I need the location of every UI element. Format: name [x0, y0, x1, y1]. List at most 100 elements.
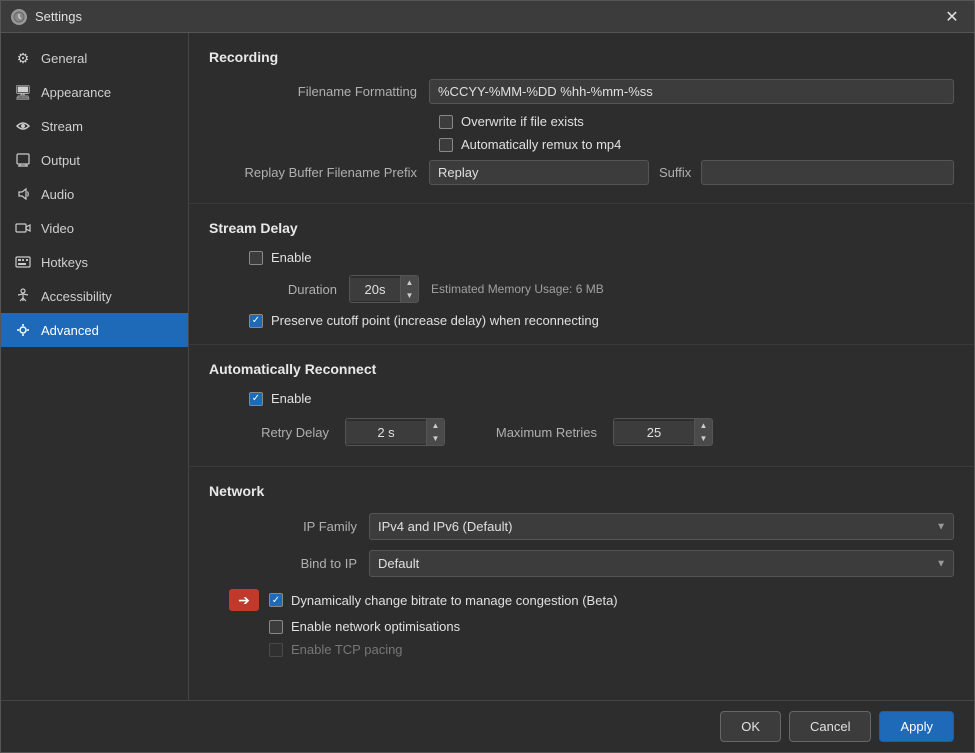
duration-decrement[interactable]: ▼ — [400, 289, 418, 302]
dynamic-bitrate-checkbox[interactable]: ✓ — [269, 593, 283, 607]
preserve-row: ✓ Preserve cutoff point (increase delay)… — [209, 313, 954, 328]
network-section: Network IP Family IPv4 and IPv6 (Default… — [189, 467, 974, 673]
app-icon — [11, 9, 27, 25]
hotkeys-icon — [15, 254, 31, 270]
filename-label: Filename Formatting — [209, 84, 429, 99]
max-retries-decrement[interactable]: ▼ — [694, 432, 712, 445]
sidebar-label-general: General — [41, 51, 87, 66]
tcp-pacing-row: Enable TCP pacing — [209, 642, 954, 657]
sidebar-item-output[interactable]: Output — [1, 143, 188, 177]
ip-family-select[interactable]: IPv4 and IPv6 (Default) — [369, 513, 954, 540]
stream-icon — [15, 118, 31, 134]
main-content: Recording Filename Formatting Overwrite … — [189, 33, 974, 700]
remux-label: Automatically remux to mp4 — [461, 137, 621, 152]
retry-delay-decrement[interactable]: ▼ — [426, 432, 444, 445]
suffix-input[interactable] — [701, 160, 954, 185]
settings-window: Settings ✕ ⚙ General 🖥 Appearance — [0, 0, 975, 753]
overwrite-checkbox[interactable] — [439, 115, 453, 129]
video-icon — [15, 220, 31, 236]
max-retries-increment[interactable]: ▲ — [694, 419, 712, 432]
stream-delay-title: Stream Delay — [209, 220, 954, 236]
retry-row: Retry Delay 2 s ▲ ▼ Maximum Retries 25 ▲ — [209, 418, 954, 446]
replay-prefix-label: Replay Buffer Filename Prefix — [209, 165, 429, 180]
auto-reconnect-title: Automatically Reconnect — [209, 361, 954, 377]
recording-section: Recording Filename Formatting Overwrite … — [189, 33, 974, 204]
sidebar-label-output: Output — [41, 153, 80, 168]
stream-delay-section: Stream Delay Enable Duration 20s ▲ ▼ Est… — [189, 204, 974, 345]
window-content: ⚙ General 🖥 Appearance Stream — [1, 33, 974, 700]
stream-delay-enable-label: Enable — [271, 250, 311, 265]
ip-family-label: IP Family — [209, 519, 369, 534]
apply-button[interactable]: Apply — [879, 711, 954, 742]
preserve-checkbox[interactable]: ✓ — [249, 314, 263, 328]
duration-spinner: 20s ▲ ▼ — [349, 275, 419, 303]
replay-row: Replay Buffer Filename Prefix Suffix — [209, 160, 954, 185]
sidebar-item-general[interactable]: ⚙ General — [1, 41, 188, 75]
bind-ip-label: Bind to IP — [209, 556, 369, 571]
recording-title: Recording — [209, 49, 954, 65]
sidebar-item-appearance[interactable]: 🖥 Appearance — [1, 75, 188, 109]
sidebar-label-hotkeys: Hotkeys — [41, 255, 88, 270]
advanced-icon — [15, 322, 31, 338]
filename-input[interactable] — [429, 79, 954, 104]
gear-icon: ⚙ — [15, 50, 31, 66]
sidebar-label-video: Video — [41, 221, 74, 236]
sidebar-item-stream[interactable]: Stream — [1, 109, 188, 143]
title-bar: Settings ✕ — [1, 1, 974, 33]
remux-checkbox[interactable] — [439, 138, 453, 152]
bind-ip-row: Bind to IP Default ▼ — [209, 550, 954, 577]
max-retries-label: Maximum Retries — [477, 425, 597, 440]
ip-family-row: IP Family IPv4 and IPv6 (Default) ▼ — [209, 513, 954, 540]
retry-delay-value: 2 s — [346, 421, 426, 444]
sidebar-item-video[interactable]: Video — [1, 211, 188, 245]
sidebar-label-appearance: Appearance — [41, 85, 111, 100]
preserve-label: Preserve cutoff point (increase delay) w… — [271, 313, 599, 328]
stream-delay-enable-row: Enable — [209, 250, 954, 265]
sidebar-label-advanced: Advanced — [41, 323, 99, 338]
ip-family-select-wrapper: IPv4 and IPv6 (Default) ▼ — [369, 513, 954, 540]
cancel-button[interactable]: Cancel — [789, 711, 871, 742]
stream-delay-enable-checkbox[interactable] — [249, 251, 263, 265]
sidebar-item-accessibility[interactable]: Accessibility — [1, 279, 188, 313]
ok-button[interactable]: OK — [720, 711, 781, 742]
audio-icon — [15, 186, 31, 202]
retry-delay-label: Retry Delay — [249, 425, 329, 440]
dynamic-bitrate-label: Dynamically change bitrate to manage con… — [291, 593, 618, 608]
close-button[interactable]: ✕ — [940, 5, 964, 29]
sidebar-item-hotkeys[interactable]: Hotkeys — [1, 245, 188, 279]
tcp-pacing-checkbox[interactable] — [269, 643, 283, 657]
bind-ip-select-wrapper: Default ▼ — [369, 550, 954, 577]
reconnect-enable-checkbox[interactable]: ✓ — [249, 392, 263, 406]
arrow-indicator: ➔ — [229, 589, 259, 611]
max-retries-spinner: 25 ▲ ▼ — [613, 418, 713, 446]
sidebar-item-advanced[interactable]: Advanced — [1, 313, 188, 347]
appearance-icon: 🖥 — [15, 84, 31, 100]
title-bar-left: Settings — [11, 9, 82, 25]
retry-delay-spinner: 2 s ▲ ▼ — [345, 418, 445, 446]
sidebar: ⚙ General 🖥 Appearance Stream — [1, 33, 189, 700]
duration-spinner-buttons: ▲ ▼ — [400, 276, 418, 302]
max-retries-btns: ▲ ▼ — [694, 419, 712, 445]
suffix-label: Suffix — [649, 165, 701, 180]
tcp-pacing-label: Enable TCP pacing — [291, 642, 403, 657]
sidebar-item-audio[interactable]: Audio — [1, 177, 188, 211]
max-retries-value: 25 — [614, 421, 694, 444]
network-opt-label: Enable network optimisations — [291, 619, 460, 634]
replay-prefix-input[interactable] — [429, 160, 649, 185]
sidebar-label-stream: Stream — [41, 119, 83, 134]
estimated-memory-label: Estimated Memory Usage: 6 MB — [419, 282, 604, 296]
duration-row: Duration 20s ▲ ▼ Estimated Memory Usage:… — [209, 275, 954, 303]
duration-increment[interactable]: ▲ — [400, 276, 418, 289]
network-opt-checkbox[interactable] — [269, 620, 283, 634]
accessibility-icon — [15, 288, 31, 304]
dynamic-bitrate-row: ➔ ✓ Dynamically change bitrate to manage… — [209, 589, 954, 611]
remux-row: Automatically remux to mp4 — [209, 137, 954, 152]
output-icon — [15, 152, 31, 168]
bind-ip-select[interactable]: Default — [369, 550, 954, 577]
retry-delay-btns: ▲ ▼ — [426, 419, 444, 445]
retry-delay-increment[interactable]: ▲ — [426, 419, 444, 432]
reconnect-enable-row: ✓ Enable — [209, 391, 954, 406]
duration-value: 20s — [350, 278, 400, 301]
network-title: Network — [209, 483, 954, 499]
auto-reconnect-section: Automatically Reconnect ✓ Enable Retry D… — [189, 345, 974, 467]
